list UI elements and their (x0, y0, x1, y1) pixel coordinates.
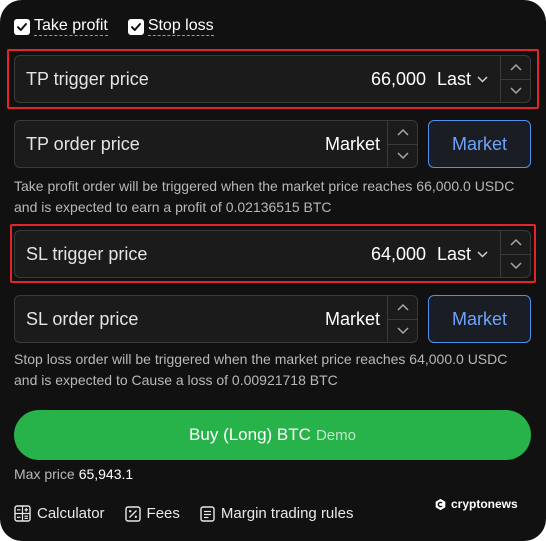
chevron-down-icon (396, 152, 409, 159)
tp-order-price-label: TP order price (26, 134, 140, 154)
tp-trigger-price-field[interactable]: TP trigger price 66,000 Last (14, 55, 531, 103)
chevron-up-icon (396, 129, 409, 136)
tp-trigger-decrement-button[interactable] (501, 78, 530, 103)
take-profit-checkbox[interactable]: Take profit (14, 17, 108, 36)
tp-trigger-price-input[interactable]: 66,000 (371, 56, 426, 102)
sl-order-price-input[interactable]: Market (325, 296, 380, 342)
stop-loss-checkbox[interactable]: Stop loss (127, 17, 214, 36)
calculator-label: Calculator (37, 505, 105, 522)
max-price-value: 65,943.1 (78, 466, 134, 482)
percent-icon (124, 505, 141, 522)
tp-trigger-stepper (500, 56, 530, 102)
brand-name: cryptonews (451, 497, 518, 511)
tp-order-price-field[interactable]: TP order price Market (14, 120, 418, 168)
tp-trigger-price-label: TP trigger price (26, 69, 149, 89)
checkbox-checked-icon[interactable] (127, 18, 144, 35)
document-icon (200, 505, 215, 522)
sl-order-increment-button[interactable] (388, 296, 417, 319)
tp-trigger-mode-label: Last (437, 69, 472, 89)
sl-info-text: Stop loss order will be triggered when t… (14, 351, 508, 388)
chevron-up-icon (509, 64, 522, 71)
sl-trigger-decrement-button[interactable] (501, 253, 530, 278)
sl-market-button[interactable]: Market (428, 295, 531, 343)
margin-rules-link[interactable]: Margin trading rules (200, 505, 354, 522)
tp-order-increment-button[interactable] (388, 121, 417, 144)
chevron-down-icon (509, 87, 522, 94)
chevron-up-icon (396, 304, 409, 311)
fees-label: Fees (146, 505, 180, 522)
margin-rules-label: Margin trading rules (220, 505, 354, 522)
tp-trigger-mode-select[interactable]: Last (437, 56, 488, 102)
chevron-down-icon (477, 250, 488, 258)
take-profit-label: Take profit (34, 17, 108, 36)
tpsl-panel: Take profit Stop loss TP trigger price 6… (0, 0, 546, 541)
buy-long-label: Buy (Long) BTC (189, 425, 311, 444)
tp-info-text: Take profit order will be triggered when… (14, 178, 515, 215)
tpsl-checkbox-row: Take profit Stop loss (14, 17, 234, 36)
stop-loss-label: Stop loss (147, 17, 214, 36)
cryptonews-brand: cryptonews (434, 497, 518, 511)
tp-order-decrement-button[interactable] (388, 143, 417, 168)
sl-trigger-mode-label: Last (437, 244, 472, 264)
chevron-down-icon (477, 75, 488, 83)
sl-trigger-price-field[interactable]: SL trigger price 64,000 Last (14, 230, 531, 278)
chevron-down-icon (396, 327, 409, 334)
sl-trigger-increment-button[interactable] (501, 231, 530, 254)
chevron-down-icon (509, 262, 522, 269)
sl-trigger-price-input[interactable]: 64,000 (371, 231, 426, 277)
tp-order-price-input[interactable]: Market (325, 121, 380, 167)
sl-order-price-label: SL order price (26, 309, 139, 329)
buy-long-button[interactable]: Buy (Long) BTC Demo (14, 410, 531, 460)
fees-link[interactable]: Fees (124, 505, 180, 522)
sl-trigger-mode-select[interactable]: Last (437, 231, 488, 277)
sl-trigger-stepper (500, 231, 530, 277)
tp-trigger-increment-button[interactable] (501, 56, 530, 79)
sl-order-stepper (387, 296, 417, 342)
checkbox-checked-icon[interactable] (14, 18, 30, 35)
chevron-up-icon (509, 239, 522, 246)
tp-market-button[interactable]: Market (428, 120, 531, 168)
tp-order-stepper (387, 121, 417, 167)
calculator-link[interactable]: Calculator (14, 505, 105, 522)
calculator-icon (14, 505, 31, 522)
sl-trigger-price-label: SL trigger price (26, 244, 148, 264)
footer-links: Calculator Fees Margin trading rules (14, 505, 373, 522)
sl-order-price-field[interactable]: SL order price Market (14, 295, 418, 343)
sl-order-decrement-button[interactable] (388, 318, 417, 343)
max-price-label: Max price (14, 466, 75, 482)
max-price-row: Max price 65,943.1 (14, 466, 133, 482)
cryptonews-logo-icon (435, 498, 446, 510)
demo-tag: Demo (315, 426, 356, 444)
